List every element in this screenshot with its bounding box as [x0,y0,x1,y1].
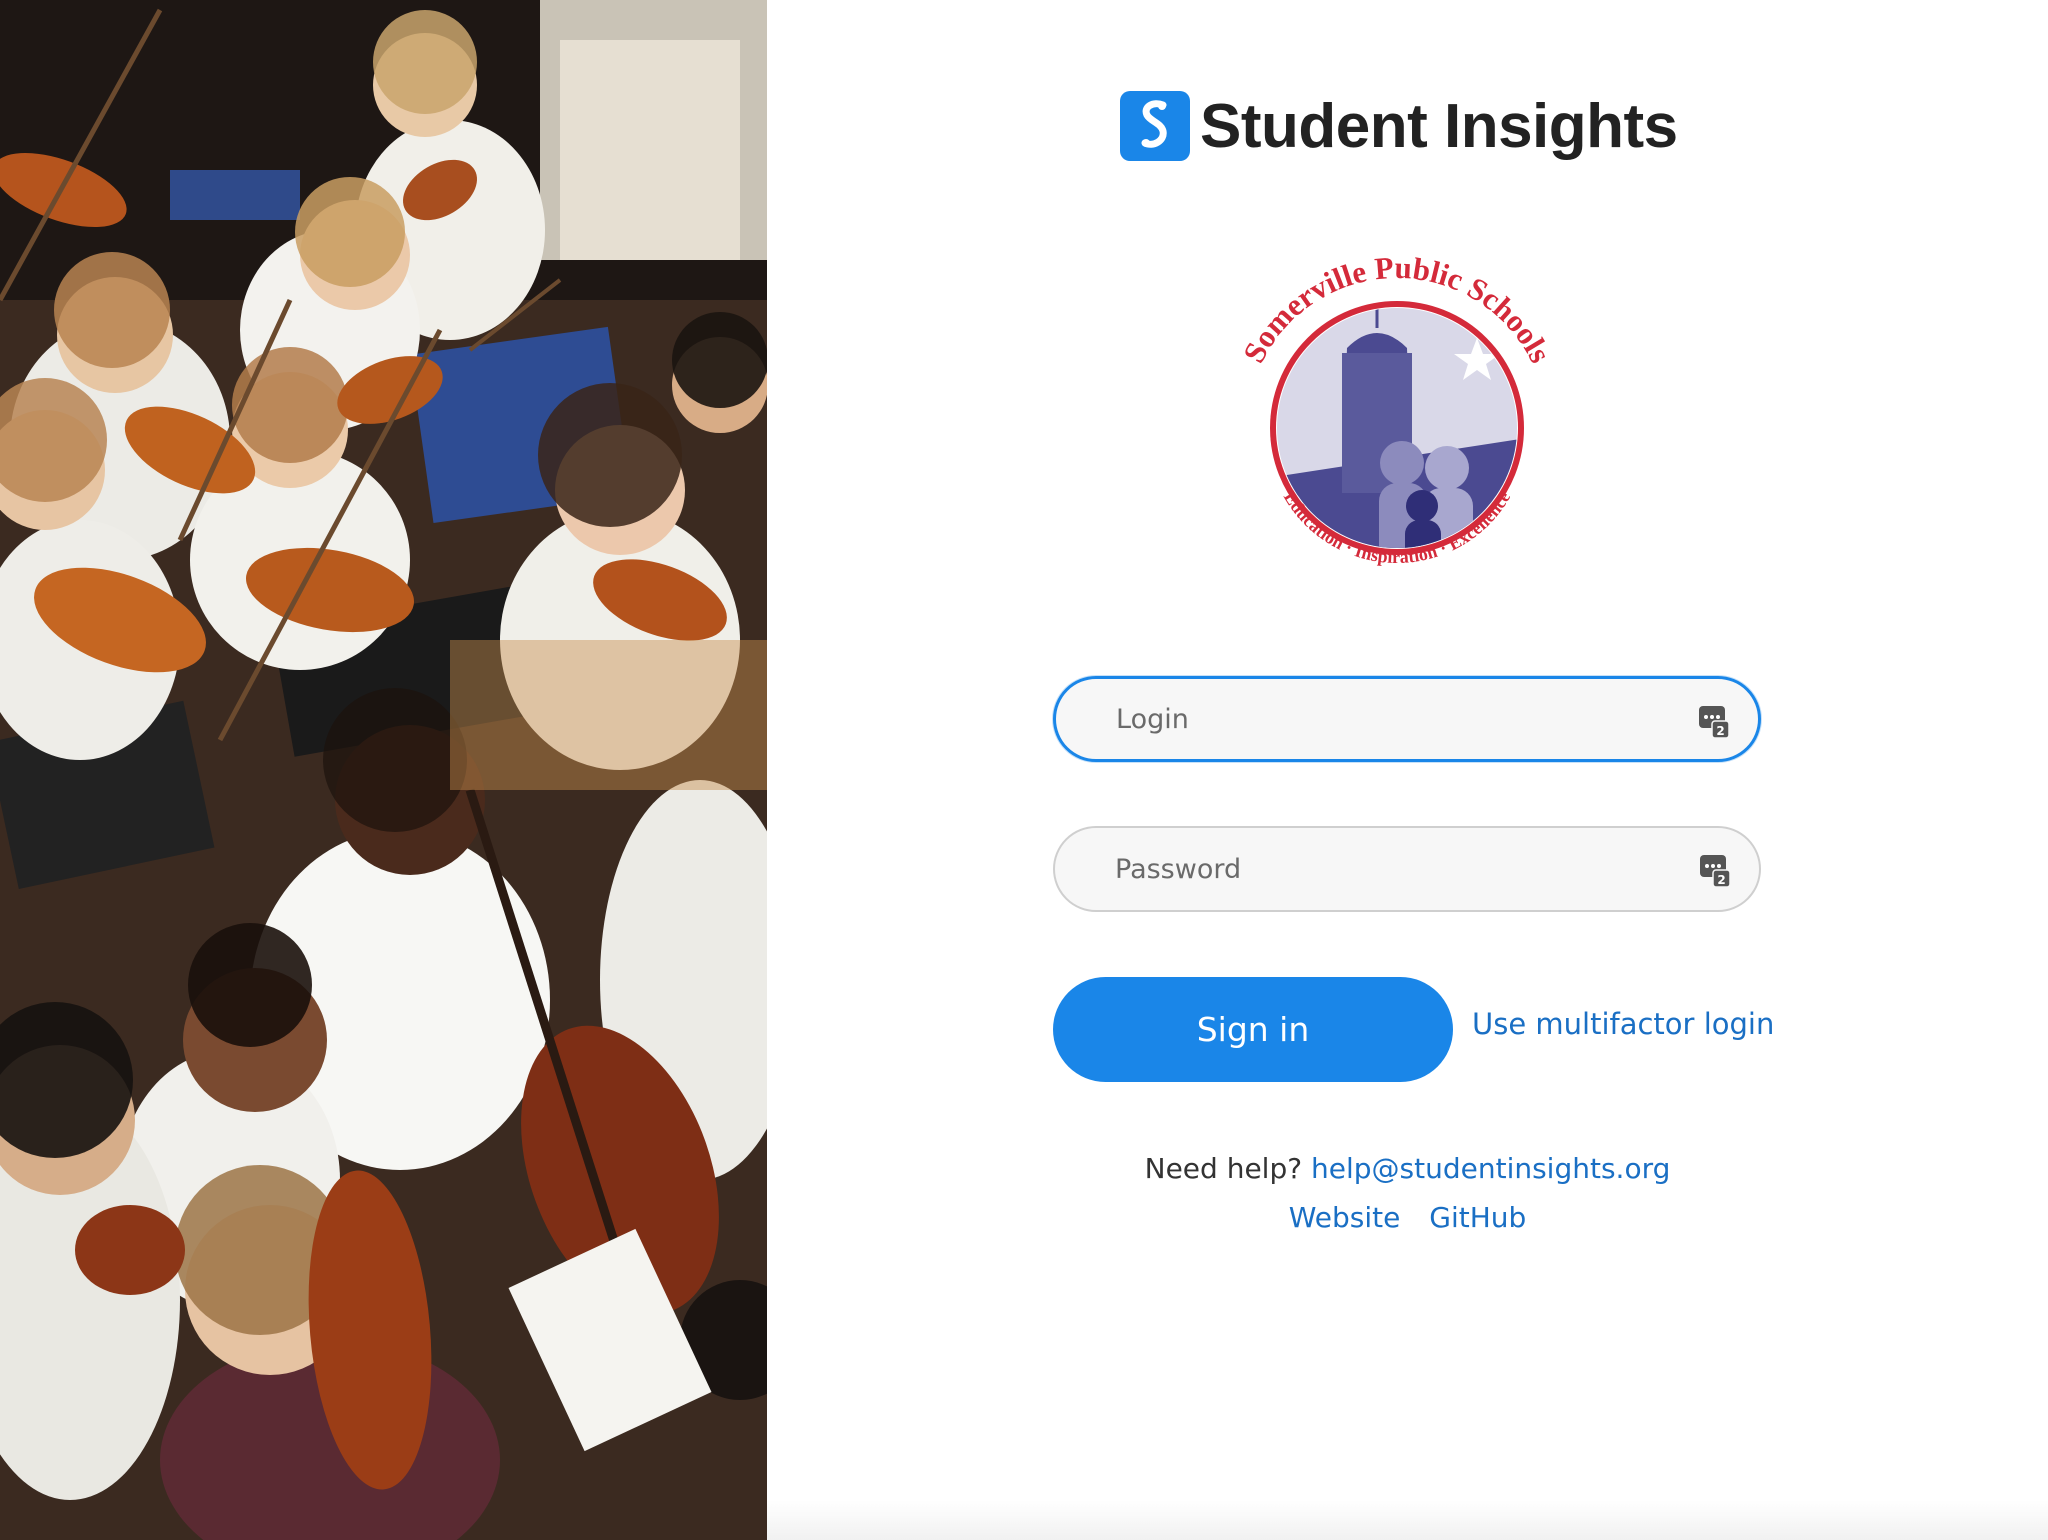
orchestra-photo [0,0,767,1540]
help-line: Need help? help@studentinsights.org [767,1152,2048,1185]
app-title: Student Insights [1200,91,1678,161]
help-prefix: Need help? [1144,1152,1303,1185]
footer-links: Website GitHub [767,1201,2048,1234]
password-manager-icon[interactable]: 2 [1699,854,1731,888]
bottom-fade [767,1500,2048,1540]
svg-text:2: 2 [1716,724,1724,738]
github-link[interactable]: GitHub [1429,1201,1526,1234]
login-page: Student Insights Somerville Public Schoo… [0,0,2048,1540]
district-seal: Somerville Public Schools Education · In… [1207,228,1587,588]
password-manager-icon[interactable]: 2 [1698,705,1730,739]
password-field[interactable]: 2 [1053,826,1761,912]
multifactor-login-link[interactable]: Use multifactor login [1472,1007,1774,1041]
sign-in-button[interactable]: Sign in [1053,977,1453,1082]
password-input[interactable] [1115,828,1675,910]
login-field[interactable]: 2 [1053,676,1761,762]
login-panel: Student Insights Somerville Public Schoo… [767,0,2048,1540]
help-email-link[interactable]: help@studentinsights.org [1311,1152,1670,1185]
login-input[interactable] [1116,679,1676,759]
website-link[interactable]: Website [1289,1201,1401,1234]
svg-text:2: 2 [1717,873,1725,887]
brand-header: Student Insights [1120,86,1678,166]
student-insights-logo-icon [1120,91,1190,161]
